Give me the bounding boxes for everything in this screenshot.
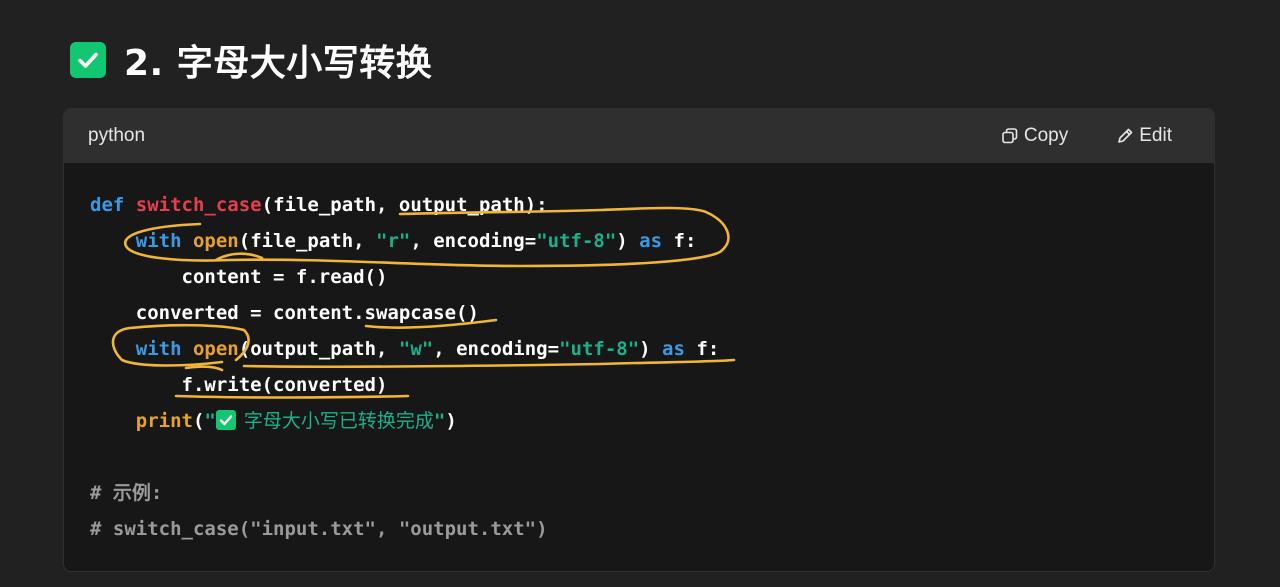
section-title: 2. 字母大小写转换: [124, 43, 433, 84]
code-line-2: with open(file_path, "r", encoding="utf-…: [90, 223, 697, 259]
code-text: converted = content.swapcase(): [135, 302, 479, 324]
code-text: ): [616, 230, 640, 252]
code-string-quote: ": [433, 410, 446, 432]
code-block: python Copy Edit def switch_case(file_pa…: [63, 108, 1215, 572]
code-line-7: print(" 字母大小写已转换完成"): [90, 403, 457, 439]
page: 2. 字母大小写转换 python Copy Edit def switch_c…: [0, 0, 1280, 587]
code-keyword: with: [135, 338, 182, 360]
code-keyword: as: [662, 338, 685, 360]
code-text: (file_path, output_path):: [261, 194, 548, 216]
code-builtin: open: [192, 230, 239, 252]
code-text: , encoding=: [433, 338, 560, 360]
code-keyword: as: [639, 230, 663, 252]
code-text: (file_path,: [238, 230, 377, 252]
code-line-9: # 示例:: [90, 475, 162, 511]
edit-button[interactable]: Edit: [1116, 125, 1172, 147]
code-keyword: def: [90, 194, 125, 216]
code-builtin: print: [135, 410, 193, 432]
code-text: , encoding=: [410, 230, 537, 252]
check-mark-emoji-icon: [215, 410, 236, 430]
code-text: ): [445, 410, 457, 432]
code-line-10: # switch_case("input.txt", "output.txt"): [90, 511, 548, 547]
code-builtin: open: [192, 338, 239, 360]
section-heading: 2. 字母大小写转换: [70, 37, 433, 84]
code-text: (output_path,: [238, 338, 399, 360]
code-line-5: with open(output_path, "w", encoding="ut…: [90, 331, 720, 367]
code-keyword: with: [135, 230, 182, 252]
check-box-icon: [70, 42, 106, 78]
code-line-4: converted = content.swapcase(): [90, 295, 479, 331]
code-text: f.write(converted): [181, 374, 388, 396]
code-language-label: python: [88, 125, 146, 146]
edit-label: Edit: [1139, 125, 1172, 146]
code-line-6: f.write(converted): [90, 367, 388, 403]
code-text: ): [639, 338, 663, 360]
code-string: "utf-8": [559, 338, 640, 360]
code-string: "utf-8": [536, 230, 617, 252]
copy-label: Copy: [1023, 125, 1069, 146]
code-string: "r": [376, 230, 411, 252]
code-string-quote: ": [204, 410, 216, 432]
copy-button[interactable]: Copy: [1001, 125, 1068, 147]
code-text: (: [192, 410, 205, 432]
code-string-message: 字母大小写已转换完成: [243, 410, 434, 432]
copy-icon: [1002, 128, 1018, 144]
pencil-icon: [1118, 128, 1133, 143]
code-function-name: switch_case: [135, 194, 262, 216]
code-line-1: def switch_case(file_path, output_path):: [90, 187, 548, 223]
code-text: content = f.read(): [181, 266, 388, 288]
code-string: "w": [398, 338, 434, 360]
code-text: f:: [662, 230, 697, 252]
code-comment: # switch_case("input.txt", "output.txt"): [90, 518, 548, 540]
code-text: f:: [684, 338, 720, 360]
code-line-3: content = f.read(): [90, 259, 388, 295]
code-block-header: python Copy Edit: [64, 109, 1214, 163]
code-comment: # 示例:: [90, 482, 163, 504]
